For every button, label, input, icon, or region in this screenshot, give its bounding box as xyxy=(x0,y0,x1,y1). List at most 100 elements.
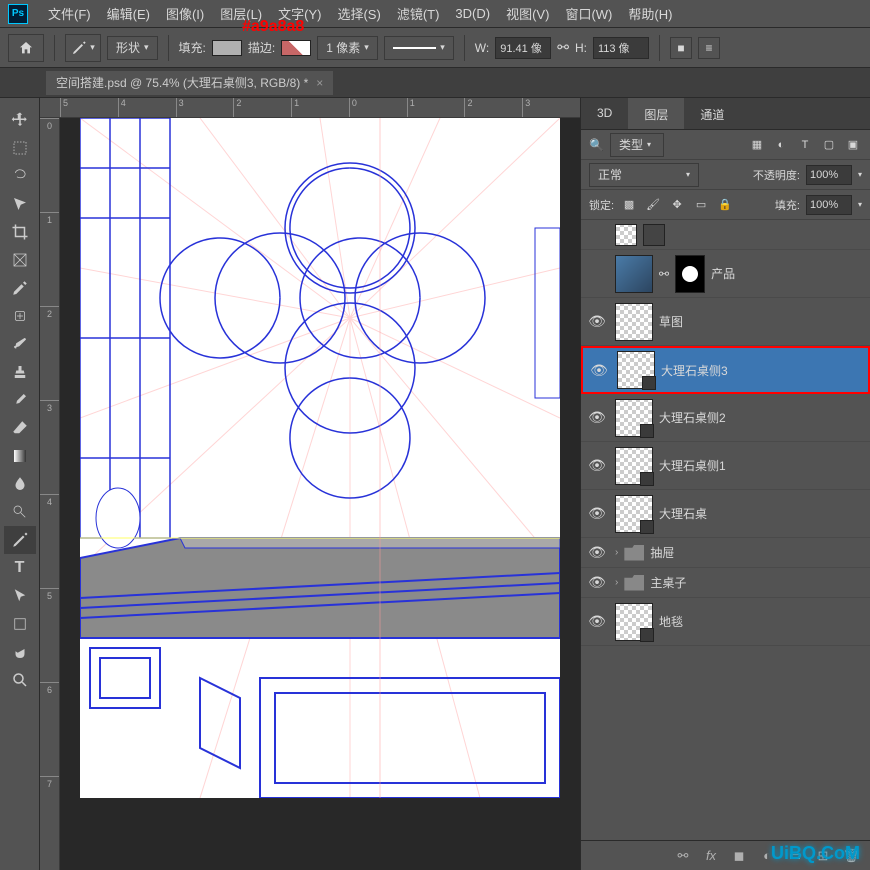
eraser-tool[interactable] xyxy=(4,414,36,442)
hand-tool[interactable] xyxy=(4,638,36,666)
stroke-color-swatch[interactable] xyxy=(281,40,311,56)
pen-tool[interactable] xyxy=(4,526,36,554)
layer-row[interactable] xyxy=(581,220,870,250)
dodge-tool[interactable] xyxy=(4,498,36,526)
healing-tool[interactable] xyxy=(4,302,36,330)
folder-icon xyxy=(624,545,644,561)
menu-help[interactable]: 帮助(H) xyxy=(620,4,680,23)
width-label: W: xyxy=(475,41,489,55)
expand-caret[interactable]: › xyxy=(615,547,618,558)
shape-badge-icon xyxy=(640,472,654,486)
tab-3d[interactable]: 3D xyxy=(581,98,628,129)
blend-mode-dropdown[interactable]: 正常▾ xyxy=(589,163,699,187)
layer-name: 大理石桌侧2 xyxy=(659,409,726,426)
tab-channels[interactable]: 通道 xyxy=(684,98,740,129)
visibility-toggle[interactable]: 👁 xyxy=(585,613,609,630)
type-tool[interactable]: T xyxy=(4,554,36,582)
menu-image[interactable]: 图像(I) xyxy=(158,4,212,23)
lasso-tool[interactable] xyxy=(4,162,36,190)
path-ops-button[interactable]: ■ xyxy=(670,37,692,59)
expand-caret[interactable]: › xyxy=(615,577,618,588)
visibility-toggle[interactable]: 👁 xyxy=(585,505,609,522)
link-layers-button[interactable]: ⚯ xyxy=(674,847,692,865)
lock-position-icon[interactable]: ✥ xyxy=(668,196,686,214)
mask-button[interactable]: ◼ xyxy=(730,847,748,865)
document-tab[interactable]: 空间搭建.psd @ 75.4% (大理石桌侧3, RGB/8) * × xyxy=(46,71,333,95)
menu-3d[interactable]: 3D(D) xyxy=(447,6,498,21)
menu-view[interactable]: 视图(V) xyxy=(498,4,557,23)
home-button[interactable] xyxy=(8,34,44,62)
lock-pixels-icon[interactable]: 🖌 xyxy=(644,196,662,214)
tool-preset[interactable]: ▾ xyxy=(65,34,101,62)
visibility-toggle[interactable]: 👁 xyxy=(585,544,609,561)
marquee-tool[interactable] xyxy=(4,134,36,162)
stroke-width-input[interactable]: 1 像素 ▾ xyxy=(317,36,378,60)
layer-row[interactable]: 👁 草图 xyxy=(581,298,870,346)
menu-select[interactable]: 选择(S) xyxy=(329,4,388,23)
group-button[interactable]: ▭ xyxy=(786,847,804,865)
delete-button[interactable]: 🗑 xyxy=(842,847,860,865)
link-wh-icon[interactable]: ⚯ xyxy=(557,39,569,56)
path-select-tool[interactable] xyxy=(4,582,36,610)
opacity-input[interactable] xyxy=(806,165,852,185)
filter-pixel-icon[interactable]: ▦ xyxy=(748,136,766,154)
adjustment-button[interactable]: ◐ xyxy=(758,847,776,865)
lock-transparency-icon[interactable]: ▩ xyxy=(620,196,638,214)
filter-adjust-icon[interactable]: ◐ xyxy=(772,136,790,154)
layer-row[interactable]: 👁 大理石桌 xyxy=(581,490,870,538)
visibility-toggle[interactable]: 👁 xyxy=(585,574,609,591)
gradient-tool[interactable] xyxy=(4,442,36,470)
fx-button[interactable]: fx xyxy=(702,847,720,865)
blur-tool[interactable] xyxy=(4,470,36,498)
brush-tool[interactable] xyxy=(4,330,36,358)
shape-mode-dropdown[interactable]: 形状 ▾ xyxy=(107,36,158,60)
visibility-toggle[interactable]: 👁 xyxy=(587,362,611,379)
menu-filter[interactable]: 滤镜(T) xyxy=(389,4,448,23)
visibility-toggle[interactable]: 👁 xyxy=(585,313,609,330)
align-button[interactable]: ≡ xyxy=(698,37,720,59)
layer-row[interactable]: ⚯ 产品 xyxy=(581,250,870,298)
frame-tool[interactable] xyxy=(4,246,36,274)
layer-row[interactable]: 👁 大理石桌侧1 xyxy=(581,442,870,490)
layer-thumbnail xyxy=(615,399,653,437)
menu-edit[interactable]: 编辑(E) xyxy=(99,4,158,23)
filter-smart-icon[interactable]: ▣ xyxy=(844,136,862,154)
canvas[interactable] xyxy=(80,118,560,798)
tab-layers[interactable]: 图层 xyxy=(628,98,684,129)
filter-type-icon[interactable]: T xyxy=(796,136,814,154)
width-input[interactable] xyxy=(495,37,551,59)
fill-color-swatch[interactable] xyxy=(212,40,242,56)
close-tab-icon[interactable]: × xyxy=(316,76,323,90)
filter-type-dropdown[interactable]: 类型▾ xyxy=(610,133,664,157)
menu-file[interactable]: 文件(F) xyxy=(40,4,99,23)
move-tool[interactable] xyxy=(4,106,36,134)
quick-select-tool[interactable] xyxy=(4,190,36,218)
new-layer-button[interactable]: ⊞ xyxy=(814,847,832,865)
layer-group-row[interactable]: 👁 › 抽屉 xyxy=(581,538,870,568)
eyedropper-tool[interactable] xyxy=(4,274,36,302)
visibility-toggle[interactable]: 👁 xyxy=(585,409,609,426)
menu-type[interactable]: 文字(Y) xyxy=(270,4,329,23)
blend-opacity-row: 正常▾ 不透明度: ▾ xyxy=(581,160,870,190)
separator xyxy=(659,35,660,61)
stroke-style-dropdown[interactable]: ▾ xyxy=(384,36,454,60)
crop-tool[interactable] xyxy=(4,218,36,246)
menu-layer[interactable]: 图层(L) xyxy=(212,4,270,23)
shape-badge-icon xyxy=(640,520,654,534)
layer-row[interactable]: 👁 地毯 xyxy=(581,598,870,646)
history-brush-tool[interactable] xyxy=(4,386,36,414)
height-input[interactable] xyxy=(593,37,649,59)
visibility-toggle[interactable]: 👁 xyxy=(585,457,609,474)
layer-row-selected[interactable]: 👁 大理石桌侧3 xyxy=(581,346,870,394)
zoom-tool[interactable] xyxy=(4,666,36,694)
lock-artboard-icon[interactable]: ▭ xyxy=(692,196,710,214)
menu-window[interactable]: 窗口(W) xyxy=(557,4,620,23)
shape-tool[interactable] xyxy=(4,610,36,638)
layer-row[interactable]: 👁 大理石桌侧2 xyxy=(581,394,870,442)
fill-input[interactable] xyxy=(806,195,852,215)
layer-group-row[interactable]: 👁 › 主桌子 xyxy=(581,568,870,598)
layer-name: 大理石桌 xyxy=(659,505,707,522)
stamp-tool[interactable] xyxy=(4,358,36,386)
lock-all-icon[interactable]: 🔒 xyxy=(716,196,734,214)
filter-shape-icon[interactable]: ▢ xyxy=(820,136,838,154)
